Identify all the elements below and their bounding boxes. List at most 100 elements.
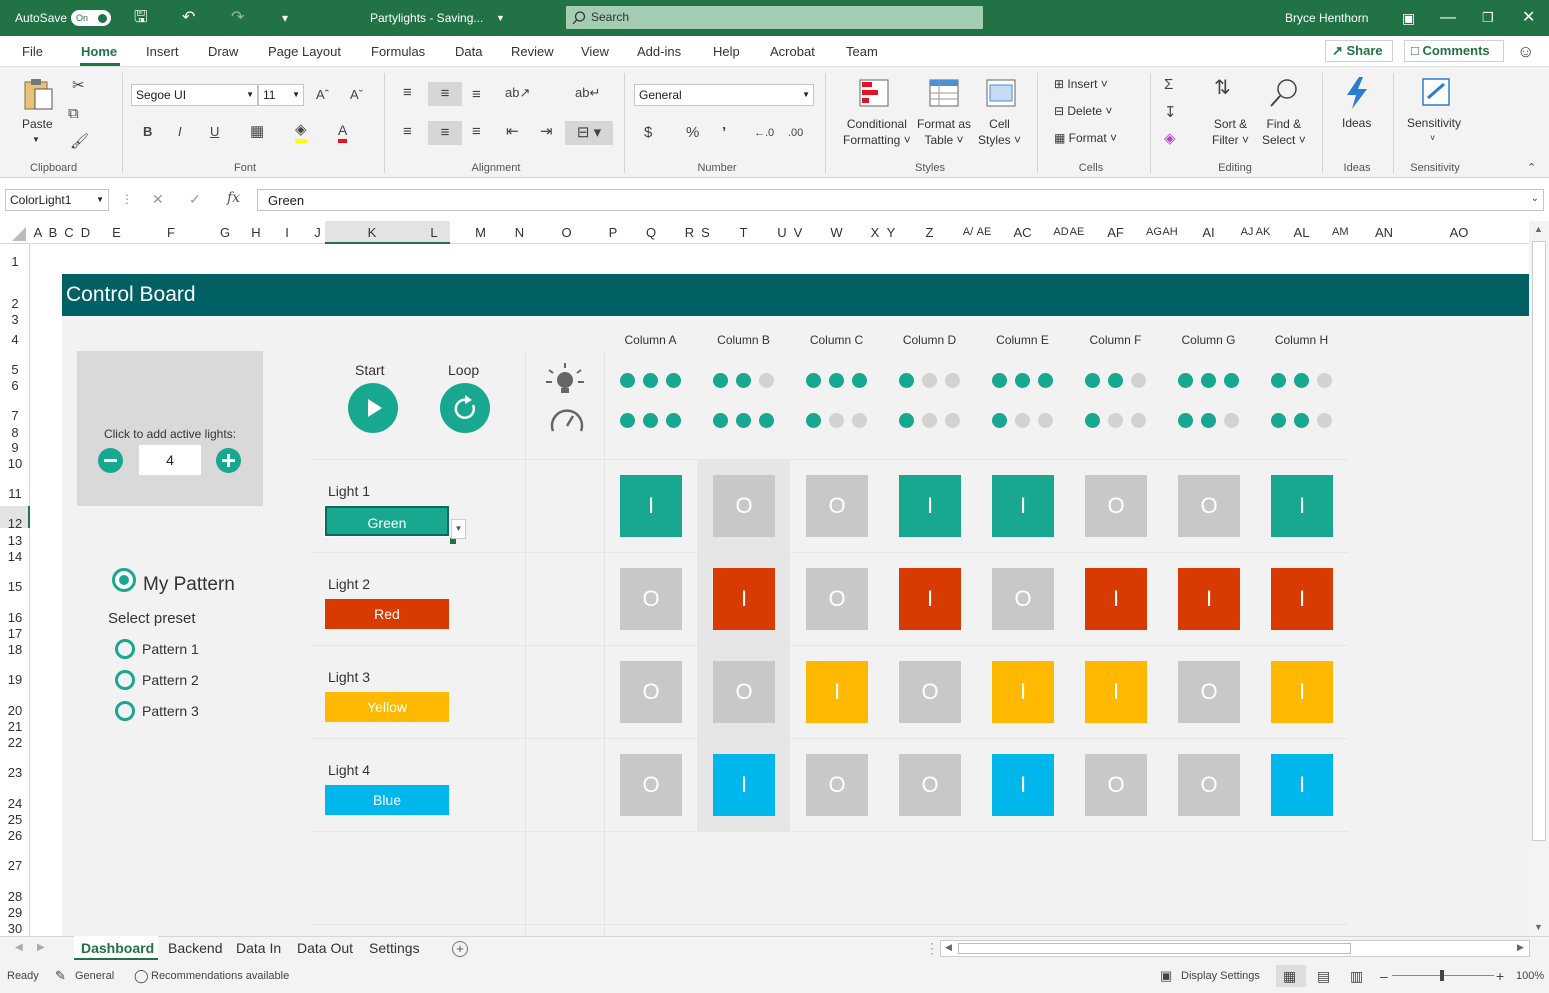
light-2-color[interactable]: Red xyxy=(325,599,449,629)
next-sheet-icon[interactable]: ▶ xyxy=(37,937,45,959)
indicator-dot[interactable] xyxy=(1085,413,1100,428)
col-header[interactable]: AF xyxy=(1085,221,1146,244)
preset-label-1[interactable]: Pattern 1 xyxy=(142,641,199,657)
col-header[interactable]: P xyxy=(605,221,621,244)
light-1-cell[interactable]: O xyxy=(806,475,868,537)
row-header[interactable]: 7 xyxy=(0,408,30,423)
quick-access-dropdown-icon[interactable]: ▾ xyxy=(282,0,288,36)
preset-radio-3[interactable] xyxy=(115,701,135,721)
paste-dropdown-icon[interactable]: ▼ xyxy=(32,135,40,144)
increase-indent-icon[interactable]: ⇥ xyxy=(540,123,553,141)
name-box[interactable]: ColorLight1 ▼ xyxy=(5,189,109,211)
underline-icon[interactable]: U xyxy=(210,123,219,141)
decrease-font-icon[interactable]: Aˇ xyxy=(350,86,363,104)
indicator-dot[interactable] xyxy=(643,413,658,428)
light-1-cell[interactable]: O xyxy=(713,475,775,537)
light-2-cell[interactable]: I xyxy=(713,568,775,630)
minimize-icon[interactable]: — xyxy=(1440,0,1456,36)
light-4-cell[interactable]: I xyxy=(992,754,1054,816)
indicator-dot[interactable] xyxy=(1201,373,1216,388)
indicator-dot[interactable] xyxy=(1108,373,1123,388)
align-top-icon[interactable]: ≡ xyxy=(403,84,412,102)
format-as-table-icon[interactable] xyxy=(929,79,959,107)
light-2-cell[interactable]: O xyxy=(806,568,868,630)
autosave-toggle[interactable]: On xyxy=(71,10,111,26)
tab-page-layout[interactable]: Page Layout xyxy=(268,36,341,67)
horizontal-scrollbar[interactable]: ◀ ▶ xyxy=(940,940,1530,957)
col-header[interactable]: Q xyxy=(621,221,681,244)
expand-formula-icon[interactable]: ⌄ xyxy=(1531,193,1539,204)
light-3-cell[interactable]: O xyxy=(620,661,682,723)
sensitivity-button[interactable]: Sensitivity xyxy=(1407,116,1461,130)
fill-color-icon[interactable]: ◈ xyxy=(295,121,307,143)
format-painter-icon[interactable]: 🖌 xyxy=(70,133,89,151)
indicator-dot[interactable] xyxy=(666,373,681,388)
enter-icon[interactable]: ✓ xyxy=(189,191,201,208)
sensitivity-icon[interactable] xyxy=(1420,76,1452,108)
preset-label-3[interactable]: Pattern 3 xyxy=(142,703,199,719)
col-header[interactable]: AJ xyxy=(1239,221,1255,244)
light-4-cell[interactable]: I xyxy=(713,754,775,816)
indicator-dot[interactable] xyxy=(1294,413,1309,428)
fill-icon[interactable]: ↧ xyxy=(1164,104,1177,122)
col-header[interactable]: A xyxy=(31,221,45,244)
indicator-dot[interactable] xyxy=(1108,413,1123,428)
increase-font-icon[interactable]: Aˆ xyxy=(316,86,329,104)
smiley-feedback-icon[interactable]: ☺ xyxy=(1517,36,1534,67)
insert-function-icon[interactable]: fx xyxy=(227,190,240,206)
redo-icon[interactable]: ↷ xyxy=(231,0,244,36)
dropdown-arrow-icon[interactable]: ▼ xyxy=(451,519,466,539)
indicator-dot[interactable] xyxy=(992,413,1007,428)
tab-data[interactable]: Data xyxy=(455,36,482,67)
comments-button[interactable]: □ Comments xyxy=(1404,40,1504,62)
collapse-ribbon-icon[interactable]: ⌃ xyxy=(1527,159,1536,177)
ribbon-display-icon[interactable]: ▣ xyxy=(1402,0,1415,36)
col-header[interactable]: X xyxy=(867,221,883,244)
zoom-in-icon[interactable]: + xyxy=(1496,960,1504,992)
indicator-dot[interactable] xyxy=(1038,413,1053,428)
light-1-cell[interactable]: O xyxy=(1178,475,1240,537)
restore-icon[interactable]: ❐ xyxy=(1482,0,1494,36)
light-3-cell[interactable]: I xyxy=(806,661,868,723)
row-header[interactable]: 26 xyxy=(0,828,30,843)
decrease-indent-icon[interactable]: ⇤ xyxy=(506,123,519,141)
light-3-cell[interactable]: I xyxy=(1271,661,1333,723)
indicator-dot[interactable] xyxy=(643,373,658,388)
col-header[interactable]: M xyxy=(450,221,511,244)
row-header[interactable]: 14 xyxy=(0,549,30,564)
row-header[interactable]: 3 xyxy=(0,312,30,327)
formula-input[interactable]: Green ⌄ xyxy=(257,189,1544,211)
prev-sheet-icon[interactable]: ◀ xyxy=(15,937,23,959)
indicator-dot[interactable] xyxy=(1224,413,1239,428)
font-size-select[interactable]: 11 ▼ xyxy=(258,84,304,106)
indicator-dot[interactable] xyxy=(736,413,751,428)
col-header[interactable]: I xyxy=(265,221,309,244)
page-break-view-icon[interactable]: ▥ xyxy=(1350,960,1363,992)
row-header[interactable]: 30 xyxy=(0,921,30,936)
col-header[interactable]: AE xyxy=(976,221,992,244)
select-all-icon[interactable] xyxy=(10,227,26,241)
zoom-out-icon[interactable]: – xyxy=(1380,960,1388,992)
indicator-dot[interactable] xyxy=(852,413,867,428)
col-header[interactable]: D xyxy=(77,221,94,244)
row-header[interactable]: 15 xyxy=(0,579,30,594)
font-name-select[interactable]: Segoe UI ▼ xyxy=(131,84,258,106)
light-3-color[interactable]: Yellow xyxy=(325,692,449,722)
autosum-icon[interactable]: Σ xyxy=(1164,76,1173,94)
vertical-scrollbar[interactable]: ▲ ▼ xyxy=(1529,221,1549,936)
zoom-level[interactable]: 100% xyxy=(1516,960,1544,992)
display-settings-label[interactable]: Display Settings xyxy=(1181,960,1260,992)
format-cells-button[interactable]: ▦ Format ˅ xyxy=(1054,131,1117,145)
cell-styles-button[interactable]: Cell Styles ˅ xyxy=(978,116,1021,148)
orientation-icon[interactable]: ab↗ xyxy=(505,84,530,102)
sensitivity-dropdown-icon[interactable]: ˅ xyxy=(1430,133,1435,143)
col-header[interactable]: AK xyxy=(1255,221,1271,244)
col-header[interactable]: T xyxy=(713,221,774,244)
col-header[interactable]: K xyxy=(326,221,418,244)
row-header[interactable]: 29 xyxy=(0,905,30,920)
tab-acrobat[interactable]: Acrobat xyxy=(770,36,815,67)
indicator-dot[interactable] xyxy=(1201,413,1216,428)
light-4-color[interactable]: Blue xyxy=(325,785,449,815)
indicator-dot[interactable] xyxy=(1271,413,1286,428)
align-center-icon[interactable]: ≡ xyxy=(428,121,462,145)
